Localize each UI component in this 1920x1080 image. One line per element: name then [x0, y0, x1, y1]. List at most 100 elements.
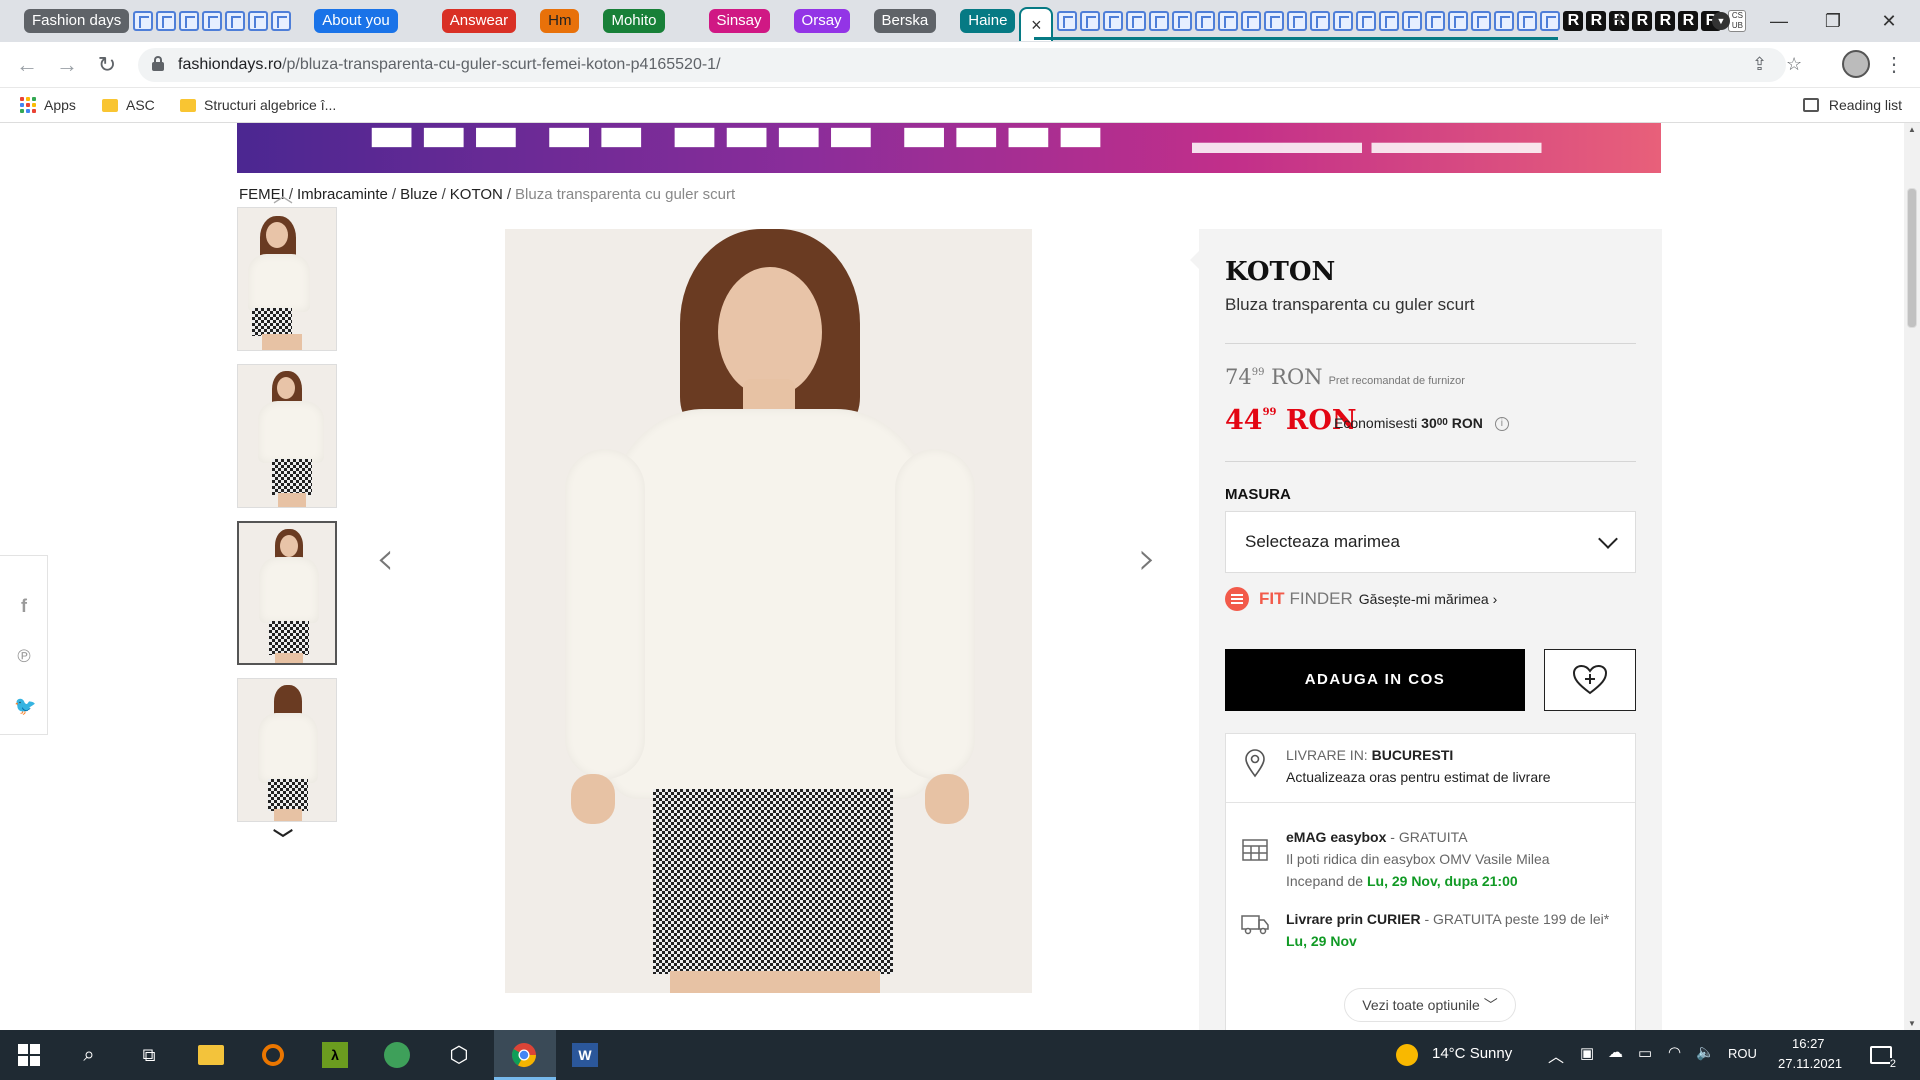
menu-kebab-icon[interactable]: ⋮	[1884, 52, 1904, 77]
r-favicon-icon[interactable]: R	[1563, 11, 1584, 31]
r-favicon-icon[interactable]: R	[1632, 11, 1653, 31]
favicon-icon[interactable]	[1080, 11, 1101, 31]
show-hidden-icons-icon[interactable]: ︿	[1548, 1043, 1564, 1067]
tab-group-fashion-days[interactable]: Fashion days	[24, 9, 130, 33]
favicon-icon[interactable]	[156, 11, 177, 31]
volume-icon[interactable]: 🔈	[1696, 1043, 1715, 1061]
csub-favicon-icon[interactable]: CS UB	[1728, 10, 1747, 32]
favicon-icon[interactable]	[1517, 11, 1538, 31]
url-text[interactable]: fashiondays.ro/p/bluza-transparenta-cu-g…	[178, 56, 721, 74]
favicon-icon[interactable]	[1333, 11, 1354, 31]
favicon-icon[interactable]	[1310, 11, 1331, 31]
tab-group-mohito[interactable]: Mohito	[603, 9, 665, 33]
favicon-icon[interactable]	[1241, 11, 1262, 31]
thumbs-up-arrow-icon[interactable]: ︿	[273, 179, 293, 208]
thumbnail-4[interactable]	[237, 678, 337, 822]
favicon-icon[interactable]	[1126, 11, 1147, 31]
favicon-icon[interactable]	[1540, 11, 1561, 31]
favicon-icon[interactable]	[1172, 11, 1193, 31]
favicon-icon[interactable]	[1425, 11, 1446, 31]
tab-group-sinsay[interactable]: Sinsay	[708, 9, 770, 33]
delivery-location[interactable]: LIVRARE IN: BUCURESTI Actualizeaza oras …	[1286, 744, 1551, 788]
product-brand[interactable]: KOTON	[1225, 257, 1335, 287]
favicon-icon[interactable]	[271, 11, 292, 31]
close-tab-icon[interactable]: ×	[1031, 15, 1042, 36]
thumbnail-1[interactable]	[237, 207, 337, 351]
scroll-down-icon[interactable]: ▼	[1908, 1019, 1916, 1028]
favicon-icon[interactable]	[1379, 11, 1400, 31]
word-icon[interactable]: W	[570, 1040, 600, 1070]
thumbnail-2[interactable]	[237, 364, 337, 508]
back-icon[interactable]: ←	[14, 52, 40, 78]
tab-group-haine[interactable]: Haine	[960, 9, 1016, 33]
breadcrumb-imbracaminte[interactable]: Imbracaminte	[297, 186, 388, 203]
scroll-up-icon[interactable]: ▲	[1908, 125, 1916, 134]
active-tab[interactable]: ×	[1019, 7, 1054, 41]
tab-group-about-you[interactable]: About you	[314, 9, 398, 33]
thumbs-down-arrow-icon[interactable]: ﹀	[273, 823, 293, 852]
search-icon[interactable]: ⌕	[74, 1040, 104, 1070]
meet-now-icon[interactable]: ▣	[1580, 1044, 1594, 1062]
wifi-icon[interactable]: ◠	[1668, 1043, 1681, 1061]
battery-icon[interactable]: ▭	[1638, 1044, 1652, 1062]
new-tab-button[interactable]: +	[1612, 4, 1627, 35]
favicon-icon[interactable]	[1356, 11, 1377, 31]
next-image-icon[interactable]: ›	[1138, 531, 1156, 585]
r-favicon-icon[interactable]: R	[1586, 11, 1607, 31]
close-window-icon[interactable]: ✕	[1866, 0, 1912, 42]
favicon-icon[interactable]	[225, 11, 246, 31]
favicon-icon[interactable]	[1103, 11, 1124, 31]
reload-icon[interactable]: ↻	[94, 52, 120, 78]
prev-image-icon[interactable]: ‹	[376, 531, 394, 585]
favicon-icon[interactable]	[202, 11, 223, 31]
favicon-icon[interactable]	[1264, 11, 1285, 31]
bookmark-star-icon[interactable]: ☆	[1786, 54, 1802, 75]
notifications-icon[interactable]: 2	[1866, 1040, 1896, 1070]
file-explorer-icon[interactable]	[196, 1040, 226, 1070]
tab-group-berska[interactable]: Berska	[873, 9, 937, 33]
bookmark-asc[interactable]: ASC	[102, 97, 155, 113]
favicon-icon[interactable]	[1218, 11, 1239, 31]
promo-banner[interactable]: ▬▬▬ ▬▬ ▬▬▬▬ ▬▬▬▬ ▬▬▬▬▬ ▬▬▬▬▬	[237, 123, 1661, 173]
favicon-icon[interactable]	[1057, 11, 1078, 31]
add-to-cart-button[interactable]: ADAUGA IN COS	[1225, 649, 1525, 711]
info-icon[interactable]: i	[1494, 417, 1509, 432]
lock-icon[interactable]	[152, 56, 164, 71]
breadcrumb-bluze[interactable]: Bluze	[400, 186, 438, 203]
tab-group-hm[interactable]: Hm	[540, 9, 580, 33]
r-favicon-icon[interactable]: R	[1655, 11, 1676, 31]
tab-group-orsay[interactable]: Orsay	[793, 9, 850, 33]
weather-sun-icon[interactable]	[1392, 1040, 1422, 1070]
favicon-icon[interactable]	[1402, 11, 1423, 31]
breadcrumb-koton[interactable]: KOTON	[450, 186, 503, 203]
blender-icon[interactable]	[258, 1040, 288, 1070]
tab-group-answear[interactable]: Answear	[441, 9, 517, 33]
favicon-icon[interactable]	[1287, 11, 1308, 31]
product-main-image[interactable]	[505, 229, 1032, 993]
vertical-scrollbar[interactable]: ▲ ▼	[1904, 123, 1920, 1030]
tab-search-icon[interactable]: ▼	[1712, 12, 1730, 30]
pinterest-icon[interactable]: ℗	[14, 646, 34, 666]
twitter-icon[interactable]: 🐦	[14, 696, 36, 716]
facebook-icon[interactable]: f	[14, 596, 34, 616]
atom-app-icon[interactable]	[382, 1040, 412, 1070]
bookmark-apps[interactable]: Apps	[20, 97, 76, 113]
language-indicator[interactable]: ROU	[1728, 1046, 1757, 1061]
virtualbox-icon[interactable]: ⬡	[444, 1040, 474, 1070]
thumbnail-3-selected[interactable]	[237, 521, 337, 665]
favicon-icon[interactable]	[1471, 11, 1492, 31]
bookmark-structuri-algebrice[interactable]: Structuri algebrice î...	[180, 97, 336, 113]
favicon-icon[interactable]	[1494, 11, 1515, 31]
share-icon[interactable]: ⇪	[1752, 54, 1767, 75]
clock-time[interactable]: 16:27	[1792, 1036, 1825, 1051]
favicon-icon[interactable]	[179, 11, 200, 31]
chrome-icon[interactable]	[509, 1040, 539, 1070]
scrollbar-thumb[interactable]	[1907, 188, 1917, 328]
lambda-app-icon[interactable]: λ	[320, 1040, 350, 1070]
favicon-icon[interactable]	[248, 11, 269, 31]
minimize-icon[interactable]: —	[1756, 0, 1802, 42]
restore-icon[interactable]: ❐	[1810, 0, 1856, 42]
address-bar[interactable]: fashiondays.ro/p/bluza-transparenta-cu-g…	[138, 48, 1802, 82]
task-view-icon[interactable]: ⧉	[134, 1040, 164, 1070]
forward-icon[interactable]: →	[54, 52, 80, 78]
